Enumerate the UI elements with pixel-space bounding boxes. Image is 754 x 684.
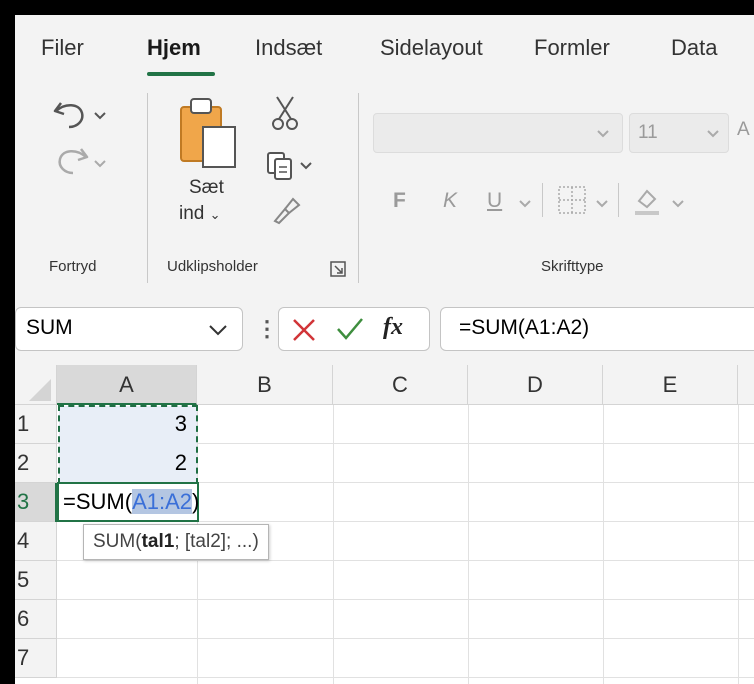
column-header-f[interactable] <box>738 365 754 405</box>
excel-window: Filer Hjem Indsæt Sidelayout Formler Dat… <box>15 15 754 684</box>
redo-icon <box>58 148 89 175</box>
name-box[interactable]: SUM <box>15 307 243 351</box>
formula-input[interactable]: =SUM(A1:A2) <box>440 307 754 351</box>
row-header-7[interactable]: 7 <box>15 639 57 678</box>
undo-group-label: Fortryd <box>49 258 97 275</box>
tab-filer[interactable]: Filer <box>41 35 84 61</box>
format-painter-icon[interactable] <box>271 195 301 225</box>
underline-dropdown-chevron-icon[interactable] <box>518 199 532 209</box>
paste-dropdown-chevron-icon: ⌄ <box>209 207 221 222</box>
copy-icon[interactable] <box>265 151 295 181</box>
font-grow-icon: A <box>737 119 750 140</box>
bold-button[interactable]: F <box>393 189 406 213</box>
row-header-1[interactable]: 1 <box>15 405 57 444</box>
font-group-label: Skrifttype <box>541 258 604 275</box>
cell-a3-range-ref: A1:A2 <box>132 489 192 514</box>
enter-check-icon[interactable] <box>335 316 365 342</box>
ribbon-divider <box>358 93 359 283</box>
row-header-4[interactable]: 4 <box>15 522 57 561</box>
formula-buttons: fx <box>278 307 430 351</box>
borders-icon[interactable] <box>557 185 587 215</box>
tooltip-remaining-args: ; [tal2]; ...) <box>174 531 259 552</box>
name-box-chevron-icon[interactable] <box>208 324 228 336</box>
paste-button[interactable]: ind ⌄ <box>179 203 221 225</box>
name-box-value: SUM <box>26 316 73 339</box>
column-header-b[interactable]: B <box>197 365 333 405</box>
select-all-triangle-icon <box>29 379 51 401</box>
tab-data[interactable]: Data <box>671 35 717 61</box>
tab-indsaet[interactable]: Indsæt <box>255 35 322 61</box>
cancel-icon[interactable] <box>291 317 317 343</box>
column-header-a[interactable]: A <box>57 365 197 405</box>
font-name-dropdown[interactable] <box>373 113 623 153</box>
fill-color-icon[interactable] <box>631 185 663 217</box>
clipboard-group-label: Udklipsholder <box>167 258 258 275</box>
formula-text: =SUM(A1:A2) <box>459 316 590 339</box>
tab-formler[interactable]: Formler <box>534 35 610 61</box>
row-header-6[interactable]: 6 <box>15 600 57 639</box>
underline-button[interactable]: U <box>487 189 502 213</box>
font-divider <box>618 183 619 217</box>
column-header-d[interactable]: D <box>468 365 603 405</box>
dialog-launcher-icon[interactable] <box>330 261 346 277</box>
referenced-range-marquee <box>58 405 198 484</box>
column-header-c[interactable]: C <box>333 365 468 405</box>
active-tab-indicator <box>147 72 215 76</box>
cut-icon[interactable] <box>271 95 299 131</box>
tab-hjem[interactable]: Hjem <box>147 35 201 61</box>
redo-dropdown-chevron-icon <box>94 160 106 168</box>
row-header-2[interactable]: 2 <box>15 444 57 483</box>
cell-a3-editor[interactable]: =SUM(A1:A2) <box>63 486 199 518</box>
copy-dropdown-chevron-icon[interactable] <box>299 161 313 171</box>
select-all-button[interactable] <box>15 365 57 405</box>
insert-function-button[interactable]: fx <box>383 314 403 341</box>
borders-dropdown-chevron-icon[interactable] <box>595 199 609 209</box>
fill-color-dropdown-chevron-icon[interactable] <box>671 199 685 209</box>
tab-sidelayout[interactable]: Sidelayout <box>380 35 483 61</box>
undo-icon[interactable] <box>51 97 91 131</box>
function-tooltip: SUM(tal1; [tal2]; ...) <box>83 524 269 560</box>
paste-label-line2: ind <box>179 203 205 224</box>
ribbon-divider <box>147 93 148 283</box>
cell-a3-suffix: ) <box>192 489 200 514</box>
font-name-chevron-icon <box>597 130 609 138</box>
paste-label-line1[interactable]: Sæt <box>189 177 224 199</box>
undo-dropdown-chevron-icon[interactable] <box>93 111 107 121</box>
font-size-chevron-icon <box>707 130 719 138</box>
font-size-value: 11 <box>638 122 658 143</box>
formula-bar-splitter-icon[interactable]: ⋮ <box>256 316 278 342</box>
tooltip-function-name[interactable]: SUM( <box>93 531 142 552</box>
font-divider <box>542 183 543 217</box>
row-header-3[interactable]: 3 <box>15 483 57 522</box>
paste-icon[interactable] <box>177 95 239 171</box>
cell-a3-prefix: =SUM( <box>63 489 133 514</box>
column-header-e[interactable]: E <box>603 365 738 405</box>
row-header-5[interactable]: 5 <box>15 561 57 600</box>
font-size-dropdown[interactable]: 11 <box>629 113 729 153</box>
italic-button[interactable]: K <box>443 189 457 213</box>
tooltip-current-arg: tal1 <box>141 531 175 552</box>
